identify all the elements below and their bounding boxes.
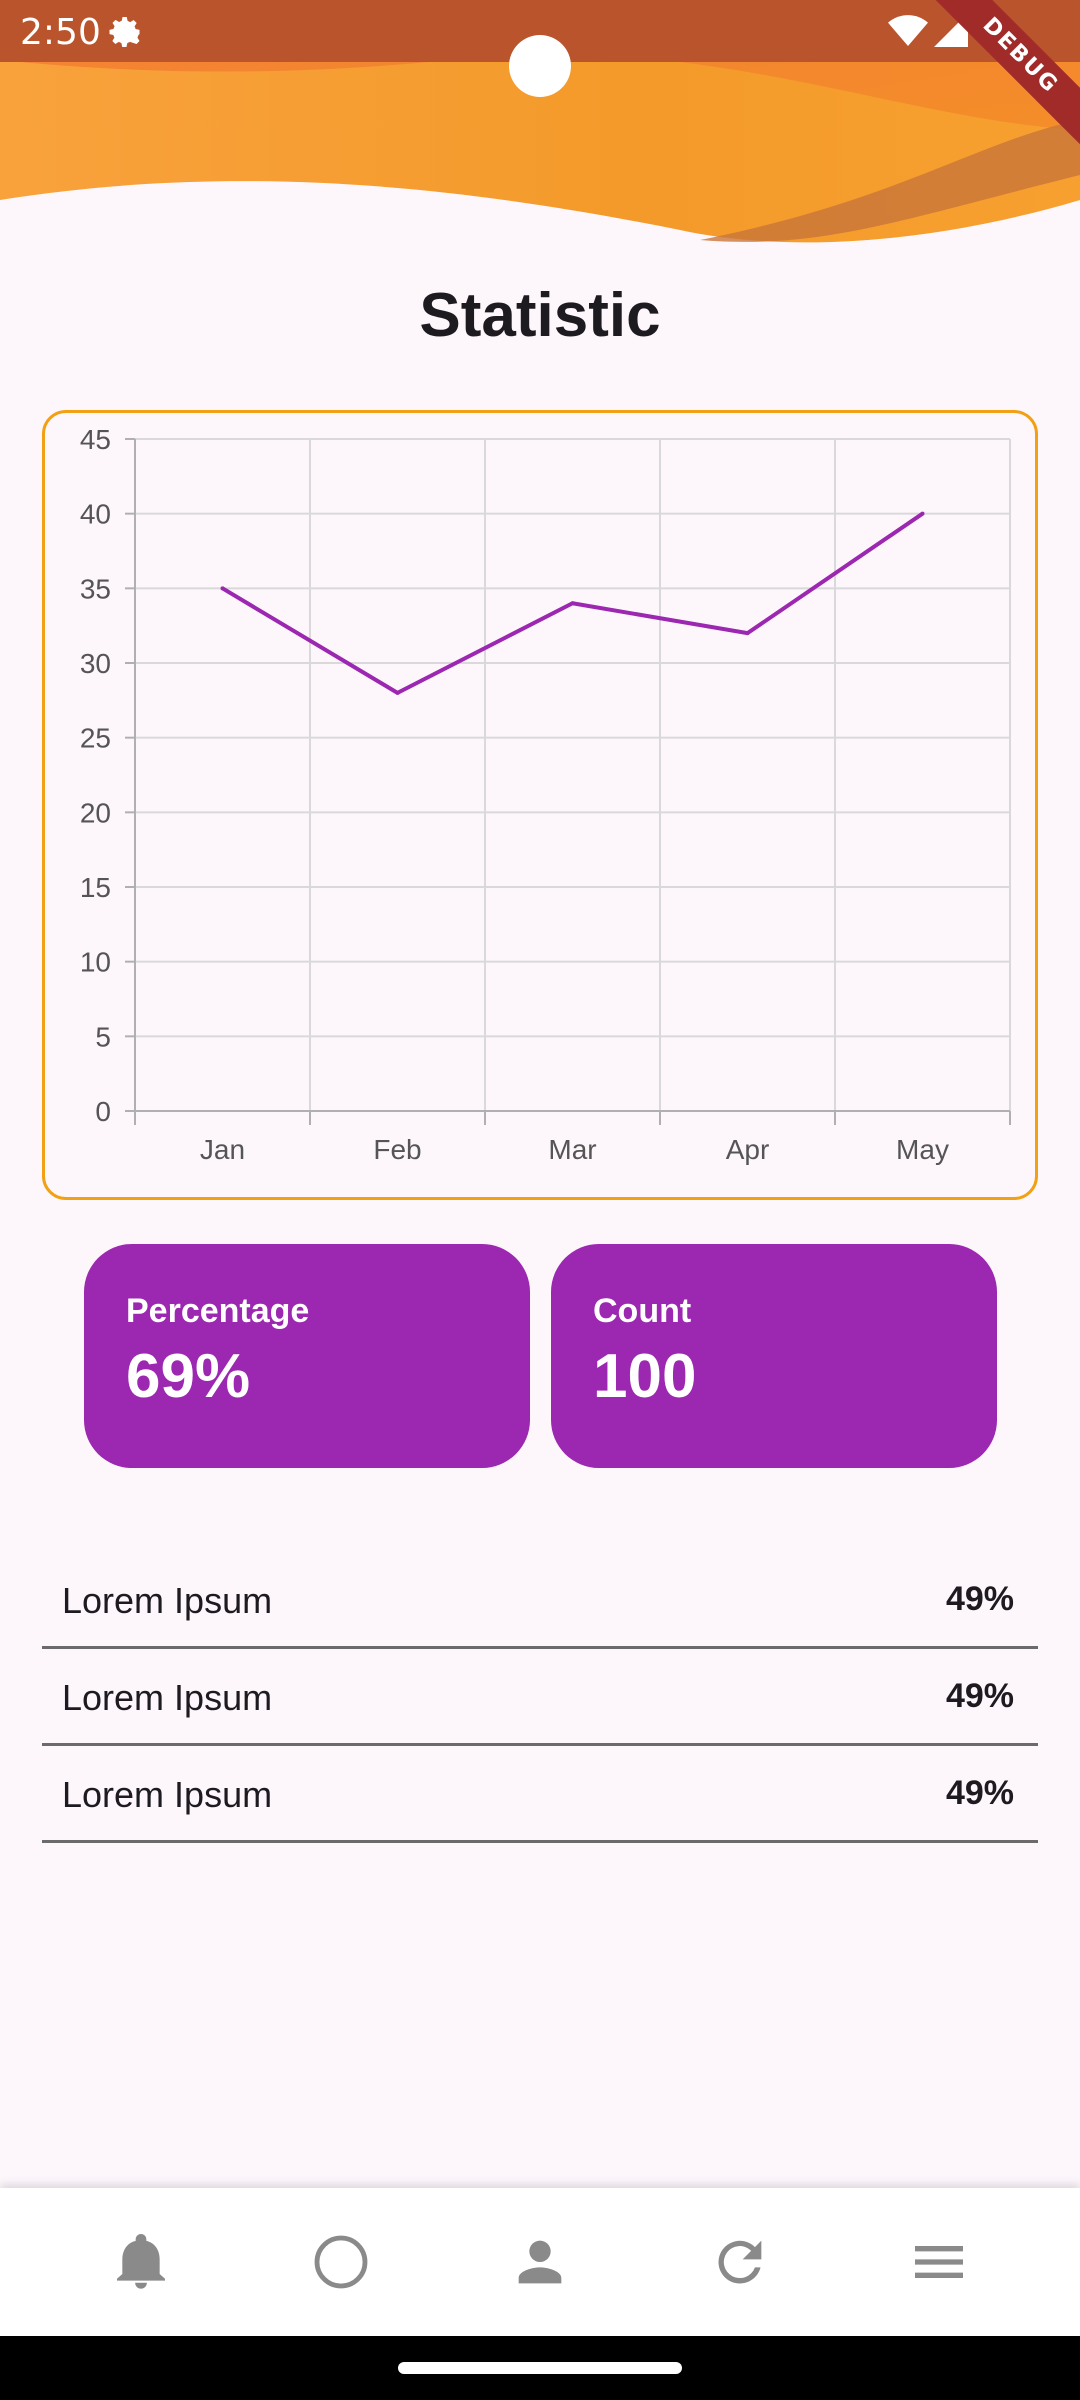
list-item-name: Lorem Ipsum	[62, 1774, 273, 1815]
percentage-label: Percentage	[126, 1292, 310, 1330]
refresh-icon	[718, 2240, 762, 2284]
camera-cutout	[509, 35, 571, 97]
list-item[interactable]: Lorem Ipsum 49%	[42, 1552, 1038, 1649]
y-tick-label: 10	[80, 947, 111, 978]
bottom-nav	[0, 2188, 1080, 2336]
status-time: 2:50	[20, 12, 101, 53]
y-tick-label: 0	[95, 1096, 111, 1127]
y-tick-label: 45	[80, 424, 111, 455]
list-item-name: Lorem Ipsum	[62, 1677, 273, 1718]
x-tick-label: Jan	[200, 1134, 245, 1165]
person-icon	[518, 2240, 562, 2284]
list-item[interactable]: Lorem Ipsum 49%	[42, 1649, 1038, 1746]
menu-icon	[915, 2246, 963, 2278]
x-tick-label: Apr	[726, 1134, 770, 1165]
nav-notifications[interactable]	[109, 2230, 173, 2294]
x-tick-label: Feb	[373, 1134, 421, 1165]
y-tick-label: 15	[80, 872, 111, 903]
debug-banner: DEBUG	[920, 0, 1080, 160]
data-point	[920, 511, 925, 516]
count-card[interactable]: Count 100	[551, 1244, 997, 1468]
y-tick-label: 40	[80, 499, 111, 530]
percentage-value: 69%	[126, 1342, 251, 1411]
x-tick-label: Mar	[548, 1134, 596, 1165]
count-label: Count	[593, 1292, 692, 1330]
nav-circle[interactable]	[309, 2230, 373, 2294]
stats-list: Lorem Ipsum 49% Lorem Ipsum 49% Lorem Ip…	[42, 1552, 1038, 1843]
page-title: Statistic	[419, 281, 661, 350]
list-item[interactable]: Lorem Ipsum 49%	[42, 1746, 1038, 1843]
y-tick-label: 25	[80, 723, 111, 754]
list-item-value: 49%	[945, 1677, 1014, 1715]
y-tick-label: 35	[80, 573, 111, 604]
nav-profile[interactable]	[508, 2230, 572, 2294]
list-item-value: 49%	[945, 1774, 1014, 1812]
data-point	[220, 586, 225, 591]
home-indicator[interactable]	[398, 2362, 682, 2374]
list-item-name: Lorem Ipsum	[62, 1580, 273, 1621]
data-point	[570, 601, 575, 606]
nav-menu[interactable]	[907, 2230, 971, 2294]
data-point	[745, 631, 750, 636]
y-tick-label: 5	[95, 1021, 111, 1052]
count-value: 100	[593, 1342, 697, 1411]
debug-label: DEBUG	[920, 0, 1080, 160]
settings-gear-icon	[109, 17, 140, 48]
nav-refresh[interactable]	[708, 2230, 772, 2294]
x-tick-label: May	[896, 1134, 949, 1165]
system-gesture-bar	[0, 2336, 1080, 2400]
percentage-card[interactable]: Percentage 69%	[84, 1244, 530, 1468]
list-item-value: 49%	[945, 1580, 1014, 1618]
line-chart: 0 5 10 15 20 25 30 35 40 45 Jan Feb Mar Apr May	[80, 424, 1011, 1165]
chart-card: 0 5 10 15 20 25 30 35 40 45 Jan Feb Mar Apr May	[42, 410, 1038, 1200]
data-point	[395, 690, 400, 695]
bell-icon	[117, 2234, 165, 2289]
circle-icon	[314, 2235, 368, 2289]
y-tick-label: 30	[80, 648, 111, 679]
y-tick-label: 20	[80, 797, 111, 828]
